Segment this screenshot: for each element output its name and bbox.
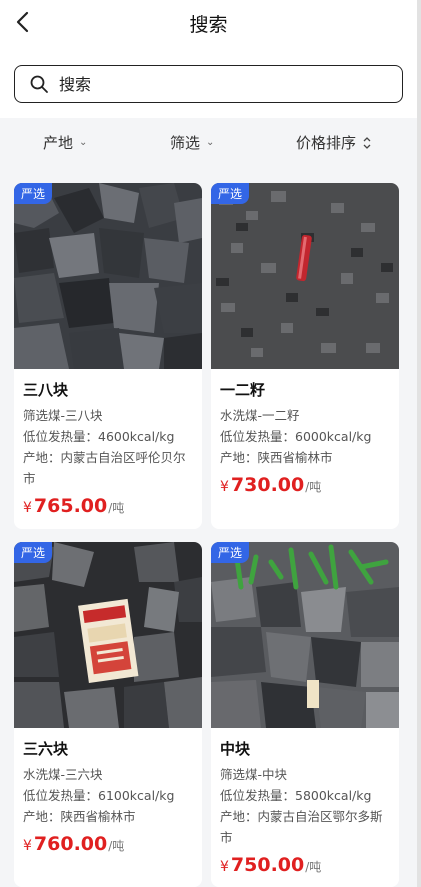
product-origin: 产地：陕西省榆林市 bbox=[23, 809, 136, 824]
product-card[interactable]: 严选 三八块 筛选煤-三八块 低位发热量：4600kcal/kg 产地：内蒙古自… bbox=[14, 183, 202, 529]
page-title: 搜索 bbox=[189, 14, 228, 36]
product-type: 筛选煤-中块 bbox=[220, 767, 288, 782]
product-card[interactable]: 严选 中块 筛选煤-中块 低位发热量：5800kcal/kg 产地：内蒙古自治区… bbox=[211, 542, 399, 887]
chevron-down-icon: ⌄ bbox=[206, 137, 215, 148]
product-type: 水洗煤-三六块 bbox=[23, 767, 103, 782]
product-heat: 低位发热量：6000kcal/kg bbox=[220, 429, 372, 444]
price-unit: /吨 bbox=[108, 839, 125, 853]
sort-icon bbox=[363, 136, 371, 149]
product-image: 严选 bbox=[14, 183, 202, 369]
product-image: 严选 bbox=[211, 542, 399, 728]
price-unit: /吨 bbox=[108, 501, 125, 515]
filter-bar: 产地 ⌄ 筛选 ⌄ 价格排序 bbox=[0, 118, 417, 170]
product-origin: 产地：内蒙古自治区鄂尔多斯市 bbox=[220, 809, 383, 845]
product-price: ¥ 750.00 /吨 bbox=[220, 854, 390, 876]
product-origin: 产地：内蒙古自治区呼伦贝尔市 bbox=[23, 450, 186, 486]
selected-tag: 严选 bbox=[211, 183, 250, 204]
product-heat: 低位发热量：6100kcal/kg bbox=[23, 788, 175, 803]
scrollbar[interactable] bbox=[417, 0, 421, 887]
selected-tag: 严选 bbox=[211, 542, 250, 563]
product-price: ¥ 760.00 /吨 bbox=[23, 833, 193, 855]
product-heat: 低位发热量：4600kcal/kg bbox=[23, 429, 175, 444]
selected-tag: 严选 bbox=[14, 183, 53, 204]
search-bar[interactable] bbox=[14, 65, 403, 103]
filter-price-sort[interactable]: 价格排序 bbox=[296, 132, 372, 153]
filter-screen[interactable]: 筛选 ⌄ bbox=[170, 132, 214, 153]
currency-symbol: ¥ bbox=[220, 479, 229, 495]
filter-price-sort-label: 价格排序 bbox=[296, 134, 357, 152]
currency-symbol: ¥ bbox=[220, 859, 229, 875]
product-name: 一二籽 bbox=[220, 381, 266, 399]
filter-screen-label: 筛选 bbox=[170, 134, 201, 152]
filter-origin-label: 产地 bbox=[43, 134, 74, 152]
product-card[interactable]: 严选 一二籽 水洗煤-一二籽 低位发热量：6000kcal/kg 产地：陕西省榆… bbox=[211, 183, 399, 529]
filter-origin[interactable]: 产地 ⌄ bbox=[43, 132, 87, 153]
product-image: 严选 bbox=[211, 183, 399, 369]
product-price: ¥ 765.00 /吨 bbox=[23, 495, 193, 517]
price-unit: /吨 bbox=[305, 860, 322, 874]
search-input[interactable] bbox=[59, 74, 359, 94]
header: 搜索 bbox=[0, 0, 417, 118]
product-card[interactable]: 严选 三六块 水洗煤-三六块 低位发热量：6100kcal/kg 产地：陕西省榆… bbox=[14, 542, 202, 887]
price-value: 730.00 bbox=[230, 474, 305, 496]
chevron-down-icon: ⌄ bbox=[79, 137, 88, 148]
product-name: 三六块 bbox=[23, 740, 69, 758]
product-origin: 产地：陕西省榆林市 bbox=[220, 450, 333, 465]
price-value: 750.00 bbox=[230, 854, 305, 876]
currency-symbol: ¥ bbox=[23, 500, 32, 516]
price-unit: /吨 bbox=[305, 480, 322, 494]
product-name: 三八块 bbox=[23, 381, 69, 399]
product-name: 中块 bbox=[220, 740, 251, 758]
search-icon bbox=[30, 75, 48, 93]
currency-symbol: ¥ bbox=[23, 838, 32, 854]
product-price: ¥ 730.00 /吨 bbox=[220, 474, 390, 496]
product-type: 筛选煤-三八块 bbox=[23, 408, 103, 423]
selected-tag: 严选 bbox=[14, 542, 53, 563]
product-heat: 低位发热量：5800kcal/kg bbox=[220, 788, 372, 803]
price-value: 760.00 bbox=[33, 833, 108, 855]
product-type: 水洗煤-一二籽 bbox=[220, 408, 300, 423]
price-value: 765.00 bbox=[33, 495, 108, 517]
product-image: 严选 bbox=[14, 542, 202, 728]
